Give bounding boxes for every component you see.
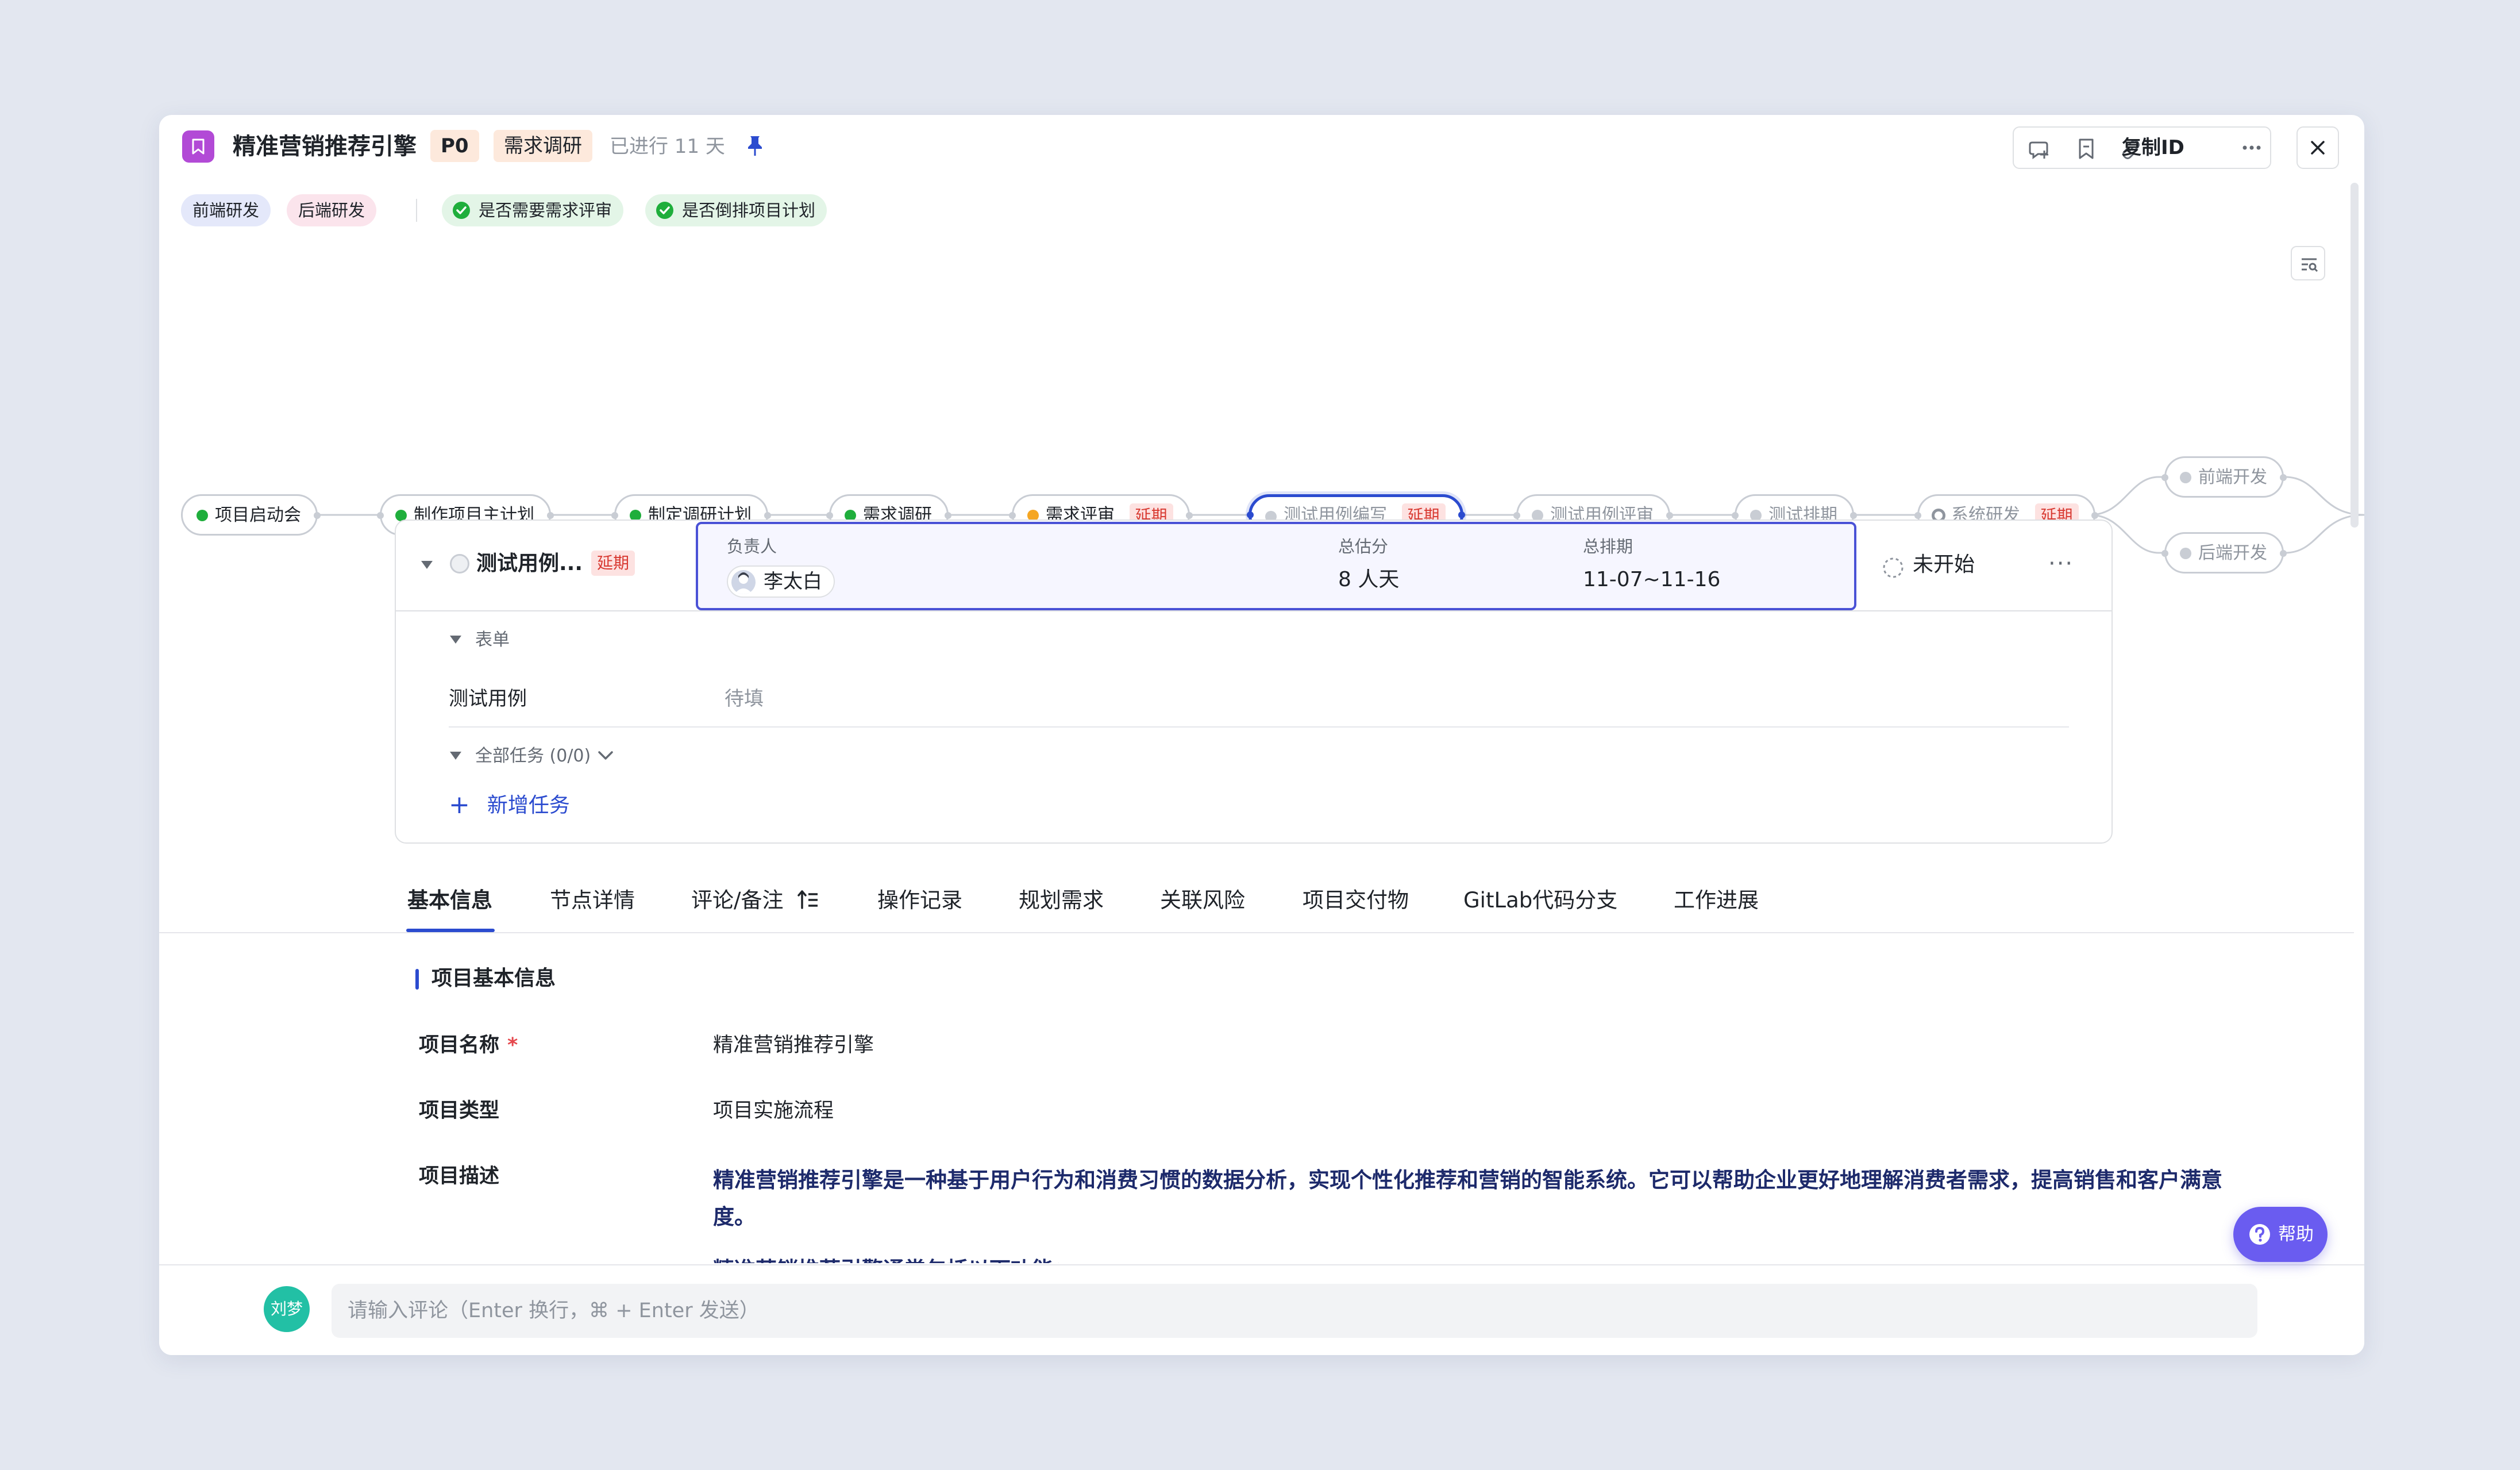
- tab-deliverables[interactable]: 项目交付物: [1303, 886, 1409, 915]
- stage-tag: 需求调研: [494, 130, 592, 162]
- sort-icon[interactable]: [797, 888, 820, 911]
- form-section-label[interactable]: 表单: [475, 629, 510, 652]
- tag-reverse-plan-label: 是否倒排项目计划: [682, 201, 816, 220]
- delay-badge: 延期: [591, 551, 635, 576]
- tab-planned-requirements[interactable]: 规划需求: [1019, 886, 1104, 915]
- schedule-label: 总排期: [1583, 537, 1633, 556]
- project-type-label: 项目类型: [419, 1099, 500, 1122]
- project-desc-label: 项目描述: [419, 1165, 500, 1188]
- required-asterisk: *: [507, 1034, 518, 1057]
- tab-operation-log[interactable]: 操作记录: [877, 886, 962, 915]
- project-name-value[interactable]: 精准营销推荐引擎: [713, 1031, 874, 1060]
- pending-status-dot: [2180, 548, 2191, 559]
- tag-need-review[interactable]: 是否需要需求评审: [442, 194, 624, 226]
- collapse-triangle-icon[interactable]: [449, 751, 463, 761]
- close-icon: [2311, 141, 2325, 155]
- form-field-value[interactable]: 待填: [725, 685, 764, 713]
- project-type-value[interactable]: 项目实施流程: [713, 1096, 834, 1125]
- settings-sliders-icon: [2302, 258, 2318, 272]
- bookmark-app-icon: [182, 130, 214, 163]
- bookmark-icon[interactable]: [2075, 137, 2098, 163]
- avatar: 刘梦: [264, 1286, 310, 1332]
- chevron-down-icon[interactable]: [597, 749, 614, 762]
- help-button[interactable]: 帮助: [2233, 1207, 2328, 1262]
- scrollbar[interactable]: [2351, 183, 2359, 528]
- owner-label: 负责人: [727, 537, 777, 556]
- project-title: 精准营销推荐引擎: [233, 133, 417, 160]
- owner-name: 李太白: [764, 570, 822, 593]
- schedule-value: 11-07~11-16: [1583, 568, 1721, 591]
- avatar: [731, 570, 756, 594]
- help-label: 帮助: [2278, 1224, 2314, 1245]
- copy-id-button[interactable]: 复制ID: [2122, 132, 2184, 163]
- flow-node-label: 前端开发: [2198, 467, 2267, 487]
- node-detail-panel: 测试用例... 延期 负责人 李太白 总估分 8 人天 总排期 11-07~11…: [395, 519, 2113, 844]
- tag-need-review-label: 是否需要需求评审: [479, 201, 612, 220]
- check-circle-icon: [453, 202, 470, 219]
- tab-basic-info[interactable]: 基本信息: [407, 886, 492, 915]
- project-name-label: 项目名称 *: [419, 1031, 518, 1060]
- tasks-section-label[interactable]: 全部任务 (0/0): [475, 745, 591, 768]
- node-more-button[interactable]: ···: [2048, 551, 2074, 577]
- flow-node-label: 后端开发: [2198, 543, 2267, 563]
- comment-bar: 刘梦: [159, 1264, 2364, 1355]
- tab-node-detail[interactable]: 节点详情: [550, 886, 635, 915]
- help-circle-icon: [2249, 1224, 2270, 1245]
- add-comment-icon[interactable]: [2028, 137, 2052, 163]
- tab-gitlab-branches[interactable]: GitLab代码分支: [1463, 886, 1617, 915]
- pin-icon[interactable]: [745, 134, 765, 160]
- section-accent-bar: [415, 969, 419, 990]
- tab-work-progress[interactable]: 工作进展: [1674, 886, 1759, 915]
- close-button[interactable]: [2296, 126, 2339, 169]
- tab-comments[interactable]: 评论/备注: [691, 886, 783, 915]
- node-detail-header: 测试用例... 延期 负责人 李太白 总估分 8 人天 总排期 11-07~11…: [396, 521, 2111, 611]
- more-options-icon[interactable]: [2241, 139, 2262, 159]
- detail-tabs: 基本信息 节点详情 评论/备注 操作记录 规划需求 关联风险 项目交付物 Git…: [159, 865, 2354, 933]
- collapse-triangle-icon[interactable]: [420, 560, 434, 570]
- project-desc-value[interactable]: 精准营销推荐引擎是一种基于用户行为和消费习惯的数据分析，实现个性化推荐和营销的智…: [713, 1162, 2230, 1236]
- flow-node-backend-dev[interactable]: 后端开发: [2161, 532, 2287, 574]
- collapse-triangle-icon[interactable]: [449, 634, 463, 645]
- node-info-box[interactable]: 负责人 李太白 总估分 8 人天 总排期 11-07~11-16: [696, 522, 1856, 610]
- pending-status-dot: [2180, 472, 2191, 483]
- divider: [449, 726, 2069, 728]
- priority-tag: P0: [430, 130, 479, 162]
- project-name-label-text: 项目名称: [419, 1034, 500, 1057]
- plus-icon: +: [449, 790, 470, 819]
- comment-input[interactable]: [332, 1284, 2257, 1338]
- node-delay-wrap: 延期: [591, 551, 635, 576]
- flow-node-label: 项目启动会: [215, 505, 301, 525]
- chip-divider: [416, 199, 417, 222]
- estimate-value: 8 人天: [1338, 568, 1400, 591]
- project-desc-continued: 精准营销推荐引擎通常包括以下功能：: [713, 1252, 2230, 1263]
- node-name: 测试用例...: [476, 552, 583, 575]
- project-detail-window: 精准营销推荐引擎 P0 需求调研 已进行 11 天 复制ID 前端研发 后端研发…: [159, 115, 2364, 1355]
- node-status[interactable]: 未开始: [1913, 551, 1975, 579]
- flow-node-kickoff[interactable]: 项目启动会: [181, 494, 321, 536]
- window-header: 精准营销推荐引擎 P0 需求调研 已进行 11 天 复制ID: [159, 115, 2364, 178]
- owner-chip[interactable]: 李太白: [727, 565, 835, 598]
- tab-related-risks[interactable]: 关联风险: [1160, 886, 1245, 915]
- pending-status-icon: [450, 554, 469, 574]
- tag-reverse-plan[interactable]: 是否倒排项目计划: [645, 194, 827, 226]
- check-circle-icon: [656, 202, 673, 219]
- tag-backend[interactable]: 后端研发: [287, 194, 377, 226]
- elapsed-days: 已进行 11 天: [610, 135, 725, 158]
- form-field-label: 测试用例: [449, 687, 527, 710]
- add-task-label: 新增任务: [487, 794, 570, 817]
- tag-frontend[interactable]: 前端研发: [181, 194, 271, 226]
- done-status-dot: [196, 510, 208, 521]
- active-tab-indicator: [406, 929, 495, 932]
- flow-settings-button[interactable]: [2291, 246, 2325, 280]
- section-title: 项目基本信息: [431, 967, 556, 990]
- not-started-icon: [1883, 557, 1904, 578]
- estimate-label: 总估分: [1338, 537, 1389, 556]
- add-task-button[interactable]: + 新增任务: [449, 791, 570, 820]
- flow-node-frontend-dev[interactable]: 前端开发: [2161, 456, 2287, 498]
